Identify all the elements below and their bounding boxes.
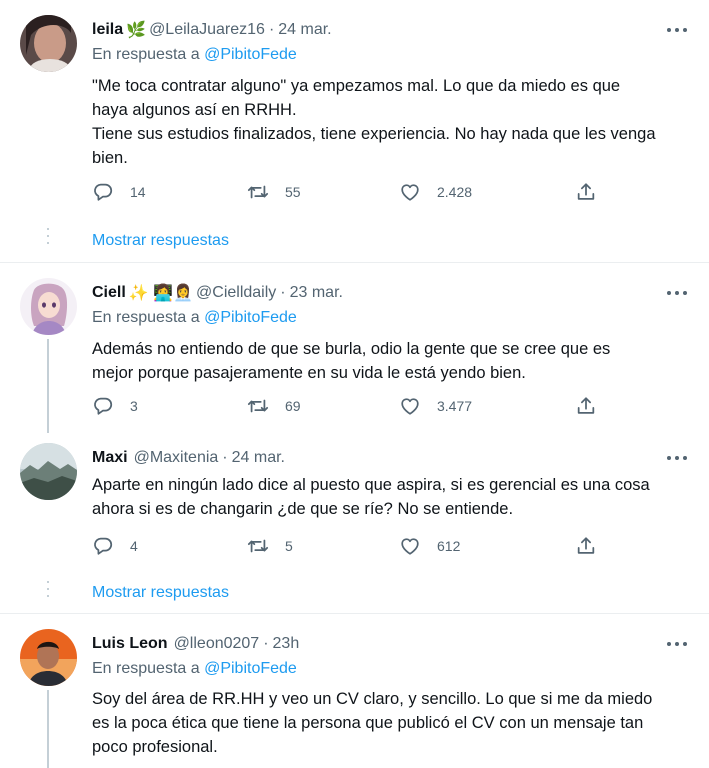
like-icon bbox=[399, 535, 421, 557]
tweet-text-line: Soy del área de RR.HH y veo un CV claro,… bbox=[92, 690, 653, 708]
thread-line bbox=[47, 339, 49, 433]
tweet-actions: 14 55 2.428 bbox=[92, 181, 602, 205]
display-name[interactable]: Maxi bbox=[92, 449, 128, 467]
like-icon bbox=[399, 181, 421, 203]
tweet-date[interactable]: 24 mar. bbox=[232, 449, 285, 467]
reply-count: 3 bbox=[130, 398, 138, 414]
tweet-text-line: es la poca ética que tiene la persona qu… bbox=[92, 714, 644, 732]
retweet-count: 55 bbox=[285, 184, 301, 200]
more-icon[interactable] bbox=[667, 20, 687, 40]
reply-to-link[interactable]: @PibitoFede bbox=[204, 46, 297, 63]
share-button[interactable] bbox=[575, 535, 597, 557]
retweet-count: 69 bbox=[285, 398, 301, 414]
tweet-actions: 4 5 612 bbox=[92, 535, 602, 559]
share-button[interactable] bbox=[575, 395, 597, 417]
tweet-text-line: Tiene sus estudios finalizados, tiene ex… bbox=[92, 125, 656, 143]
tweet-header: Ciell ✨ 👩‍💻👩‍💼 @Cielldaily · 23 mar. bbox=[92, 284, 343, 302]
share-button[interactable] bbox=[575, 181, 597, 203]
avatar-maxi[interactable] bbox=[20, 443, 77, 500]
tweet-text: "Me toca contratar alguno" ya empezamos … bbox=[92, 74, 692, 170]
tweet-text-line: mejor porque pasajeramente en su vida le… bbox=[92, 364, 526, 382]
display-name[interactable]: leila bbox=[92, 21, 123, 39]
tweet-text-line: Además no entiendo de que se burla, odio… bbox=[92, 340, 611, 358]
tweet-text-line: Aparte en ningún lado dice al puesto que… bbox=[92, 476, 650, 494]
user-handle[interactable]: @Cielldaily bbox=[196, 284, 276, 302]
like-count: 3.477 bbox=[437, 398, 473, 414]
tweet-text-line: bien. bbox=[92, 149, 128, 167]
retweet-button[interactable]: 69 bbox=[247, 395, 301, 417]
tweet-text-line: ahora si es de changarin ¿de que se ríe?… bbox=[92, 500, 514, 518]
avatar-leila[interactable] bbox=[20, 15, 77, 72]
more-icon[interactable] bbox=[667, 634, 687, 654]
tweet-header: Maxi @Maxitenia · 24 mar. bbox=[92, 449, 285, 467]
share-icon bbox=[575, 181, 597, 203]
more-icon[interactable] bbox=[667, 448, 687, 468]
thread-line bbox=[47, 690, 49, 768]
name-emoji: 🌿 bbox=[126, 22, 147, 39]
thread-dots bbox=[46, 228, 50, 244]
reply-label: En respuesta a bbox=[92, 46, 200, 63]
reply-to-link[interactable]: @PibitoFede bbox=[204, 309, 297, 326]
show-replies-link[interactable]: Mostrar respuestas bbox=[92, 232, 229, 250]
tweet-header: Luis Leon @lleon0207 · 23h bbox=[92, 635, 300, 653]
retweet-icon bbox=[247, 535, 269, 557]
retweet-icon bbox=[247, 395, 269, 417]
like-count: 2.428 bbox=[437, 184, 473, 200]
user-handle[interactable]: @LeilaJuarez16 bbox=[149, 21, 265, 39]
retweet-button[interactable]: 55 bbox=[247, 181, 301, 203]
tweet-text-line: poco profesional. bbox=[92, 738, 218, 756]
like-button[interactable]: 3.477 bbox=[399, 395, 472, 417]
reply-button[interactable]: 3 bbox=[92, 395, 138, 417]
reply-count: 4 bbox=[130, 538, 138, 554]
retweet-count: 5 bbox=[285, 538, 293, 554]
tweet-text-line: "Me toca contratar alguno" ya empezamos … bbox=[92, 77, 621, 95]
reply-button[interactable]: 4 bbox=[92, 535, 138, 557]
reply-icon bbox=[92, 395, 114, 417]
avatar-ciell[interactable] bbox=[20, 278, 77, 335]
share-icon bbox=[575, 395, 597, 417]
reply-label: En respuesta a bbox=[92, 660, 200, 677]
thread-dots bbox=[46, 581, 50, 597]
retweet-icon bbox=[247, 181, 269, 203]
tweet-date[interactable]: 23h bbox=[273, 635, 300, 653]
tweet-date[interactable]: 23 mar. bbox=[290, 284, 343, 302]
tweet-maxi[interactable]: Maxi @Maxitenia · 24 mar. Aparte en ning… bbox=[0, 433, 709, 613]
like-button[interactable]: 2.428 bbox=[399, 181, 472, 203]
user-handle[interactable]: @lleon0207 bbox=[174, 635, 260, 653]
tweet-actions: 3 69 3.477 bbox=[92, 395, 602, 419]
tweet-text-line: haya algunos así en RRHH. bbox=[92, 101, 297, 119]
reply-context: En respuesta a @PibitoFede bbox=[92, 309, 297, 327]
reply-button[interactable]: 14 bbox=[92, 181, 146, 203]
like-icon bbox=[399, 395, 421, 417]
avatar-luis-leon[interactable] bbox=[20, 629, 77, 686]
show-replies-link[interactable]: Mostrar respuestas bbox=[92, 584, 229, 602]
reply-count: 14 bbox=[130, 184, 146, 200]
tweet-ciell[interactable]: Ciell ✨ 👩‍💻👩‍💼 @Cielldaily · 23 mar. En … bbox=[0, 263, 709, 433]
tweet-text: Soy del área de RR.HH y veo un CV claro,… bbox=[92, 687, 692, 759]
more-icon[interactable] bbox=[667, 283, 687, 303]
name-emoji: ✨ 👩‍💻👩‍💼 bbox=[128, 285, 194, 302]
display-name[interactable]: Luis Leon bbox=[92, 635, 168, 653]
tweet-text: Además no entiendo de que se burla, odio… bbox=[92, 337, 692, 385]
tweet-date[interactable]: 24 mar. bbox=[278, 21, 331, 39]
tweet-header: leila 🌿 @LeilaJuarez16 · 24 mar. bbox=[92, 21, 332, 39]
reply-to-link[interactable]: @PibitoFede bbox=[204, 660, 297, 677]
like-count: 612 bbox=[437, 538, 461, 554]
retweet-button[interactable]: 5 bbox=[247, 535, 293, 557]
user-handle[interactable]: @Maxitenia bbox=[134, 449, 219, 467]
reply-context: En respuesta a @PibitoFede bbox=[92, 660, 297, 678]
reply-icon bbox=[92, 535, 114, 557]
like-button[interactable]: 612 bbox=[399, 535, 460, 557]
reply-icon bbox=[92, 181, 114, 203]
tweet-leila[interactable]: leila 🌿 @LeilaJuarez16 · 24 mar. En resp… bbox=[0, 0, 709, 262]
reply-label: En respuesta a bbox=[92, 309, 200, 326]
tweet-luis-leon[interactable]: Luis Leon @lleon0207 · 23h En respuesta … bbox=[0, 614, 709, 768]
tweet-text: Aparte en ningún lado dice al puesto que… bbox=[92, 473, 692, 521]
reply-context: En respuesta a @PibitoFede bbox=[92, 46, 297, 64]
share-icon bbox=[575, 535, 597, 557]
display-name[interactable]: Ciell bbox=[92, 284, 126, 302]
